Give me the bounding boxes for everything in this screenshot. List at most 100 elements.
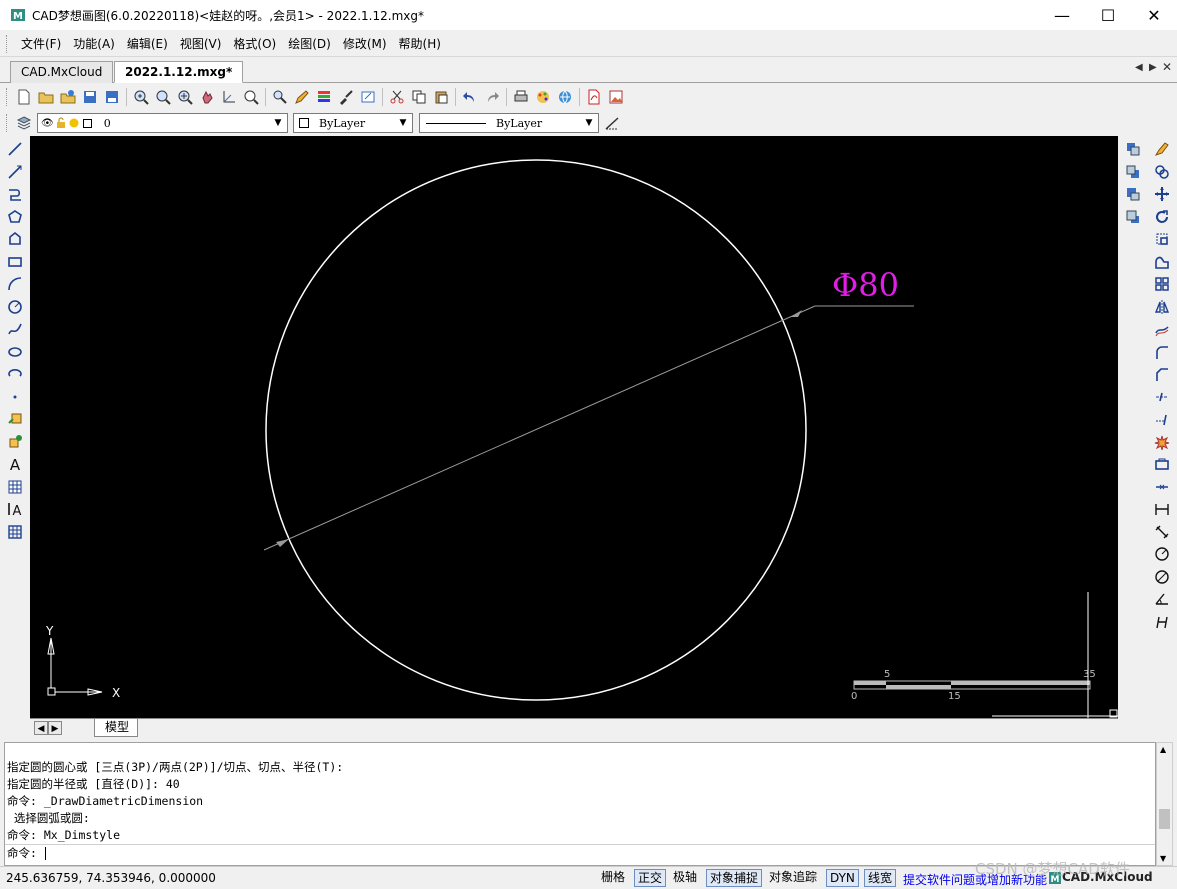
status-lineweight-toggle[interactable]: 线宽 — [864, 869, 897, 887]
toolbar-grip[interactable] — [6, 88, 9, 106]
send-back-button[interactable] — [1122, 161, 1144, 183]
status-grid-toggle[interactable]: 栅格 — [598, 869, 628, 887]
zoom-all-button[interactable] — [240, 86, 262, 108]
command-caret[interactable] — [44, 846, 46, 860]
circle-button[interactable] — [4, 296, 26, 318]
cut-button[interactable] — [386, 86, 408, 108]
rectangle-button[interactable] — [4, 251, 26, 273]
scroll-down-icon[interactable]: ▼ — [1160, 854, 1166, 863]
line-button[interactable] — [4, 138, 26, 160]
trim-button[interactable] — [1151, 386, 1173, 408]
send-under-button[interactable] — [1122, 206, 1144, 228]
polyline-button[interactable] — [4, 183, 26, 205]
move-button[interactable] — [1151, 183, 1173, 205]
menu-function[interactable]: 功能(A) — [67, 33, 121, 55]
save-as-button[interactable] — [101, 86, 123, 108]
menu-modify[interactable]: 修改(M) — [337, 33, 393, 55]
menu-help[interactable]: 帮助(H) — [393, 33, 447, 55]
break-button[interactable] — [1151, 453, 1173, 475]
find-button[interactable] — [269, 86, 291, 108]
menu-format[interactable]: 格式(O) — [227, 33, 282, 55]
tab-next-icon[interactable]: ▶ — [1149, 62, 1157, 73]
mtext-button[interactable]: A — [4, 498, 26, 520]
zoom-window-button[interactable] — [152, 86, 174, 108]
menu-view[interactable]: 视图(V) — [174, 33, 228, 55]
menu-edit[interactable]: 编辑(E) — [121, 33, 174, 55]
status-polar-toggle[interactable]: 极轴 — [670, 869, 700, 887]
status-ortho-toggle[interactable]: 正交 — [634, 869, 667, 887]
dim-radius-button[interactable] — [1151, 543, 1173, 565]
tab-cad-mxcloud[interactable]: CAD.MxCloud — [10, 61, 114, 83]
export-image-button[interactable] — [605, 86, 627, 108]
dim-linear-button[interactable] — [1151, 498, 1173, 520]
menu-file[interactable]: 文件(F) — [15, 33, 67, 55]
status-dyn-toggle[interactable]: DYN — [826, 869, 859, 887]
insert-block-button[interactable] — [4, 408, 26, 430]
scale-button[interactable] — [1151, 228, 1173, 250]
layer-manager-button[interactable] — [13, 112, 35, 134]
cloud-button[interactable] — [554, 86, 576, 108]
stretch-button[interactable] — [1151, 251, 1173, 273]
redo-button[interactable] — [481, 86, 503, 108]
join-button[interactable] — [1151, 476, 1173, 498]
fillet-button[interactable] — [1151, 341, 1173, 363]
ellipse-arc-button[interactable] — [4, 363, 26, 385]
extend-button[interactable] — [1151, 408, 1173, 430]
copy-object-button[interactable] — [1151, 161, 1173, 183]
dimension-text[interactable]: Φ80 — [832, 266, 899, 304]
toolbar-grip[interactable] — [6, 114, 9, 132]
diameter-dimension-line[interactable] — [263, 305, 816, 551]
export-button[interactable] — [357, 86, 379, 108]
polygon-alt-button[interactable] — [4, 228, 26, 250]
hatch-button[interactable] — [4, 476, 26, 498]
pan-button[interactable] — [196, 86, 218, 108]
status-otrack-toggle[interactable]: 对象追踪 — [766, 869, 820, 887]
linetype-select[interactable]: ByLayer ▼ — [419, 113, 599, 133]
match-properties-button[interactable] — [335, 86, 357, 108]
layout-prev-icon[interactable]: ◀ — [34, 721, 48, 735]
dim-aligned-button[interactable] — [1151, 521, 1173, 543]
properties-button[interactable] — [313, 86, 335, 108]
xline-button[interactable] — [4, 161, 26, 183]
dim-diameter-button[interactable] — [1151, 566, 1173, 588]
close-button[interactable]: ✕ — [1131, 0, 1177, 30]
status-osnap-toggle[interactable]: 对象捕捉 — [706, 869, 763, 887]
text-button[interactable]: A — [4, 453, 26, 475]
make-block-button[interactable] — [4, 431, 26, 453]
new-button[interactable] — [13, 86, 35, 108]
rotate-button[interactable] — [1151, 206, 1173, 228]
menu-draw[interactable]: 绘图(D) — [282, 33, 337, 55]
zoom-in-button[interactable] — [174, 86, 196, 108]
dim-ordinate-button[interactable] — [1151, 611, 1173, 633]
minimize-button[interactable]: — — [1039, 0, 1085, 30]
open-recent-button[interactable] — [57, 86, 79, 108]
plugin-button[interactable] — [532, 86, 554, 108]
offset-button[interactable] — [1151, 318, 1173, 340]
open-button[interactable] — [35, 86, 57, 108]
print-button[interactable] — [510, 86, 532, 108]
color-select[interactable]: ByLayer ▼ — [293, 113, 413, 133]
scroll-thumb[interactable] — [1159, 809, 1170, 829]
lineweight-button[interactable] — [601, 112, 623, 134]
layer-select[interactable]: 👁 0 ▼ — [37, 113, 288, 133]
paste-button[interactable] — [430, 86, 452, 108]
erase-button[interactable] — [1151, 138, 1173, 160]
save-button[interactable] — [79, 86, 101, 108]
menu-grip[interactable] — [6, 34, 9, 53]
command-window[interactable]: 指定圆的圆心或 [三点(3P)/两点(2P)]/切点、切点、半径(T): 指定圆… — [4, 742, 1156, 866]
copy-button[interactable] — [408, 86, 430, 108]
mirror-button[interactable] — [1151, 296, 1173, 318]
zoom-realtime-button[interactable] — [130, 86, 152, 108]
tab-prev-icon[interactable]: ◀ — [1135, 62, 1143, 73]
ellipse-button[interactable] — [4, 341, 26, 363]
table-button[interactable] — [4, 521, 26, 543]
scroll-up-icon[interactable]: ▲ — [1160, 745, 1166, 754]
tab-close-icon[interactable]: ✕ — [1162, 60, 1172, 74]
drawing-canvas[interactable]: Φ80 Y X 5 35 0 15 — [30, 136, 1118, 718]
pencil-button[interactable] — [291, 86, 313, 108]
maximize-button[interactable]: ☐ — [1085, 0, 1131, 30]
tab-drawing[interactable]: 2022.1.12.mxg* — [114, 61, 244, 83]
zoom-extents-button[interactable] — [218, 86, 240, 108]
command-scrollbar[interactable]: ▲ ▼ — [1156, 742, 1173, 866]
bring-front-button[interactable] — [1122, 138, 1144, 160]
